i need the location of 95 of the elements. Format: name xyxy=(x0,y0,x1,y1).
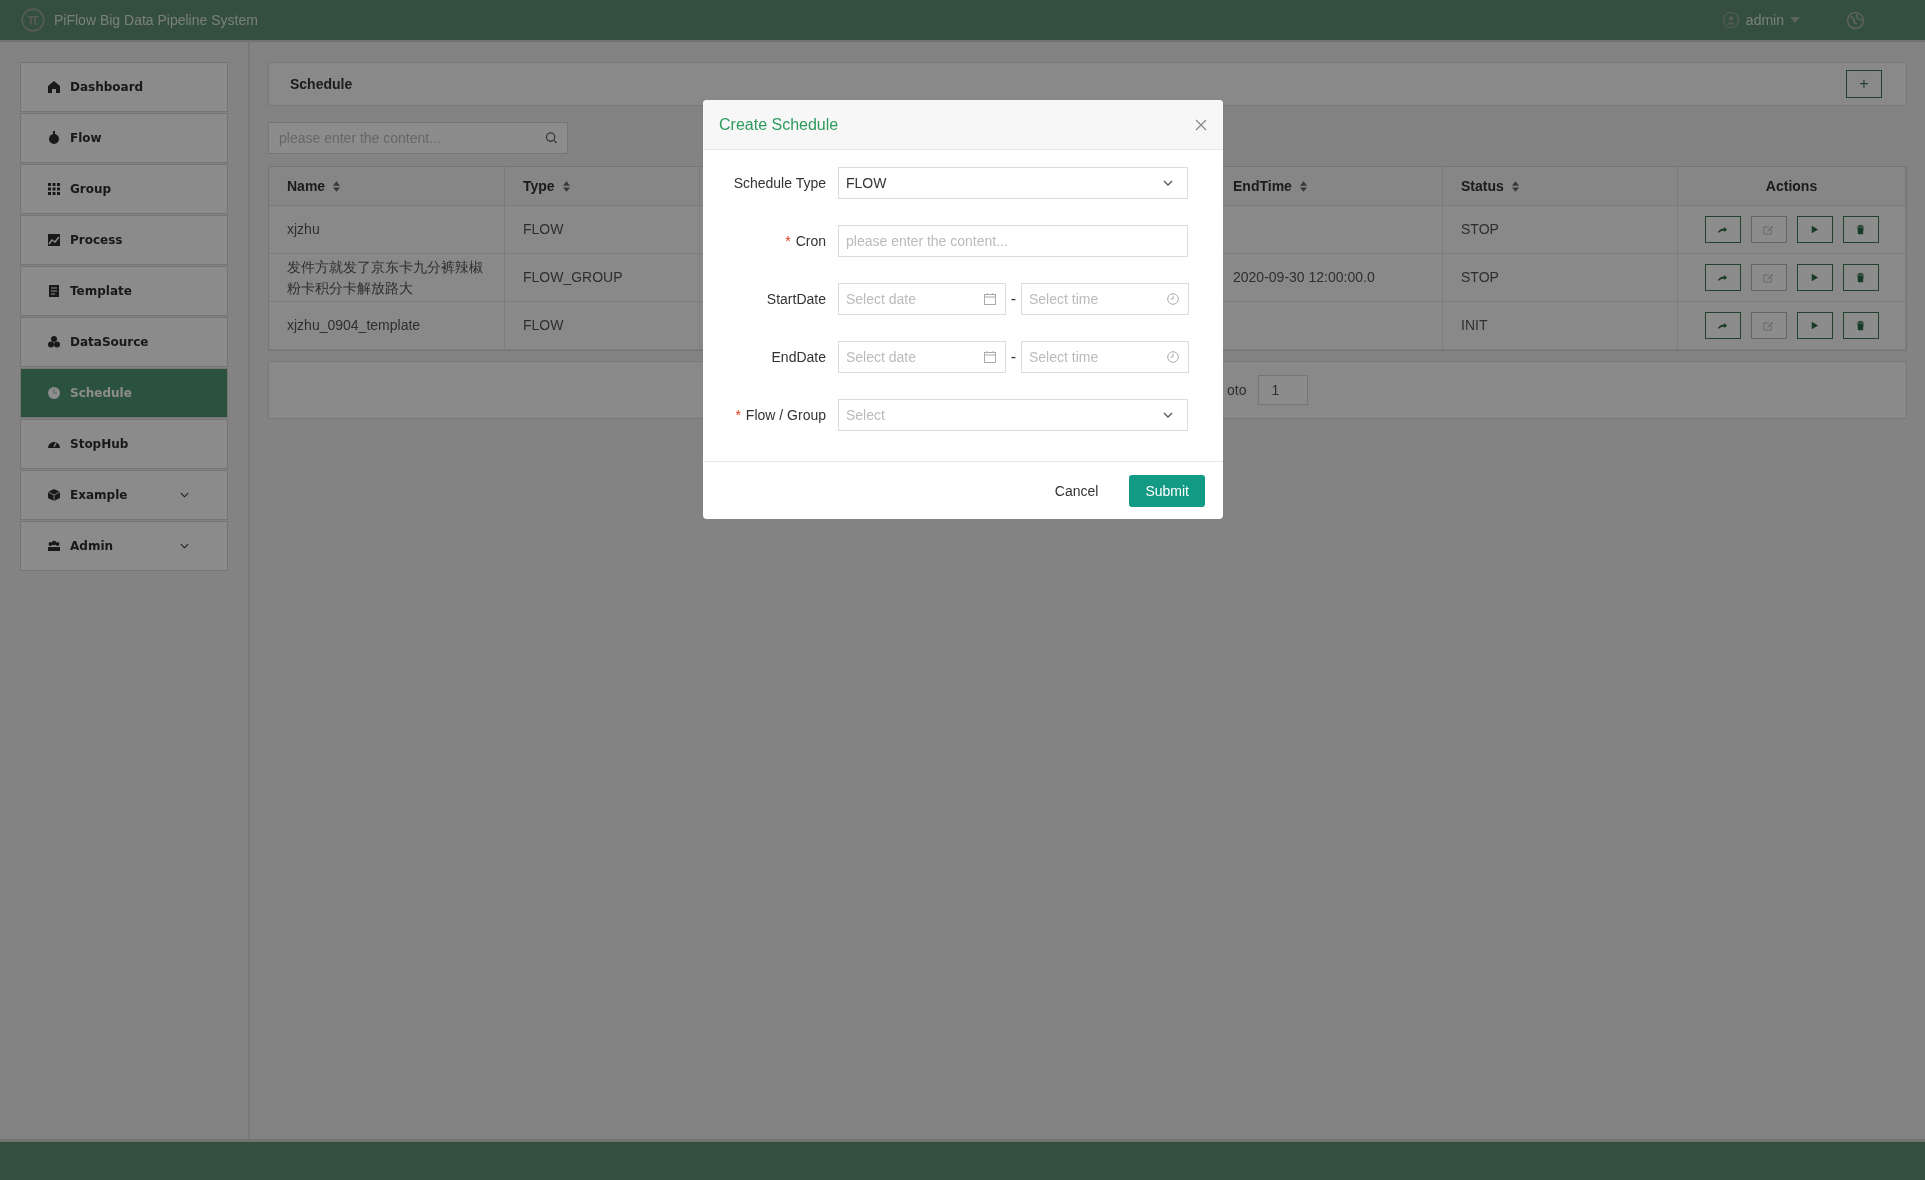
table-cell-text: xjzhu xyxy=(287,220,320,239)
table-cell-text: FLOW xyxy=(523,316,564,335)
page-input[interactable]: 1 xyxy=(1258,375,1309,405)
share-arrow-icon xyxy=(1717,320,1728,331)
chevron-down-icon xyxy=(1163,180,1173,186)
required-mark: * xyxy=(735,407,741,423)
trash-icon xyxy=(1855,320,1866,331)
share-arrow-icon xyxy=(1717,224,1728,235)
edit-icon xyxy=(1763,272,1774,283)
table-cell-text: STOP xyxy=(1461,220,1499,239)
required-mark: * xyxy=(785,233,791,249)
delete-button[interactable] xyxy=(1842,216,1879,243)
cluster-icon xyxy=(47,335,61,349)
field-label: Cron xyxy=(795,233,826,249)
close-icon[interactable] xyxy=(1195,118,1207,131)
sidebar-item[interactable]: Admin xyxy=(20,521,228,571)
column-header[interactable]: Type xyxy=(523,178,555,194)
sidebar-item[interactable]: DataSource xyxy=(20,317,228,367)
date-field[interactable]: Select date xyxy=(838,341,1006,373)
column-header[interactable]: Name xyxy=(287,178,326,194)
column-header[interactable]: EndTime xyxy=(1233,178,1292,194)
column-header[interactable]: Status xyxy=(1461,178,1504,194)
app-title: PiFlow Big Data Pipeline System xyxy=(54,12,258,28)
goto-label: oto xyxy=(1227,382,1247,398)
sidebar-item[interactable]: StopHub xyxy=(20,419,228,469)
range-separator: - xyxy=(1009,290,1018,308)
table-cell-text: xjzhu_0904_template xyxy=(287,316,421,335)
table-cell-text: STOP xyxy=(1461,268,1499,287)
table-cell-text: FLOW_GROUP xyxy=(523,268,623,287)
sidebar-item[interactable]: Dashboard xyxy=(20,62,228,112)
share-button[interactable] xyxy=(1704,312,1741,339)
clock-icon xyxy=(1167,293,1179,305)
field-label: EndDate xyxy=(771,349,826,365)
run-button[interactable] xyxy=(1796,264,1833,291)
edit-icon xyxy=(1763,224,1774,235)
sidebar-item[interactable]: Template xyxy=(20,266,228,316)
caret-icon xyxy=(1790,17,1800,23)
cube-icon xyxy=(47,488,61,502)
sidebar-item[interactable]: Schedule xyxy=(20,368,228,418)
page-title: Schedule xyxy=(290,76,353,92)
play-icon xyxy=(1809,224,1820,235)
droplet-icon xyxy=(47,131,61,145)
range-separator: - xyxy=(1009,348,1018,366)
dialog-title: Create Schedule xyxy=(719,115,839,134)
grid-icon xyxy=(47,182,61,196)
run-button[interactable] xyxy=(1796,216,1833,243)
trash-icon xyxy=(1855,272,1866,283)
time-field[interactable]: Select time xyxy=(1021,283,1189,315)
sidebar-item[interactable]: Group xyxy=(20,164,228,214)
edit-icon xyxy=(1763,320,1774,331)
run-button[interactable] xyxy=(1796,312,1833,339)
chevron-down-icon xyxy=(180,492,189,498)
trash-icon xyxy=(1855,224,1866,235)
users-icon xyxy=(47,539,61,553)
share-button[interactable] xyxy=(1704,264,1741,291)
delete-button[interactable] xyxy=(1842,312,1879,339)
chart-icon xyxy=(47,233,61,247)
share-arrow-icon xyxy=(1717,272,1728,283)
table-cell-text: 发件方就发了京东卡九分裤辣椒粉卡积分卡解放路大 xyxy=(287,257,484,298)
add-button[interactable]: + xyxy=(1846,70,1882,98)
sort-icon[interactable] xyxy=(1299,180,1307,192)
home-icon xyxy=(47,80,61,94)
clock-icon xyxy=(1167,351,1179,363)
table-cell-text: INIT xyxy=(1461,316,1488,335)
table-cell-text: FLOW xyxy=(523,220,564,239)
sidebar-item[interactable]: Example xyxy=(20,470,228,520)
cron-field[interactable]: please enter the content... xyxy=(838,225,1188,257)
table-cell-text: 2020-09-30 12:00:00.0 xyxy=(1233,268,1375,287)
delete-button[interactable] xyxy=(1842,264,1879,291)
play-icon xyxy=(1809,272,1820,283)
sort-icon[interactable] xyxy=(1511,180,1519,192)
document-icon xyxy=(47,284,61,298)
field-label: Schedule Type xyxy=(733,175,826,191)
calendar-icon xyxy=(984,351,996,363)
play-icon xyxy=(1809,320,1820,331)
sort-icon[interactable] xyxy=(333,180,341,192)
sidebar-item[interactable]: Process xyxy=(20,215,228,265)
chevron-down-icon xyxy=(1163,412,1173,418)
user-icon xyxy=(1721,11,1740,29)
sidebar-item[interactable]: Flow xyxy=(20,113,228,163)
field-label: StartDate xyxy=(766,291,826,307)
logo-icon xyxy=(20,7,46,33)
date-field[interactable]: Select date xyxy=(838,283,1006,315)
calendar-icon xyxy=(984,293,996,305)
cancel-button[interactable]: Cancel xyxy=(1048,481,1105,500)
select-field[interactable]: FLOW xyxy=(838,167,1188,199)
field-label: Flow / Group xyxy=(745,407,826,423)
submit-button[interactable]: Submit xyxy=(1129,474,1205,507)
column-header: Actions xyxy=(1765,178,1818,194)
search-icon xyxy=(545,131,558,145)
sort-icon[interactable] xyxy=(562,180,570,192)
clock-icon xyxy=(47,386,61,400)
share-button[interactable] xyxy=(1704,216,1741,243)
chevron-down-icon xyxy=(180,543,189,549)
time-field[interactable]: Select time xyxy=(1021,341,1189,373)
